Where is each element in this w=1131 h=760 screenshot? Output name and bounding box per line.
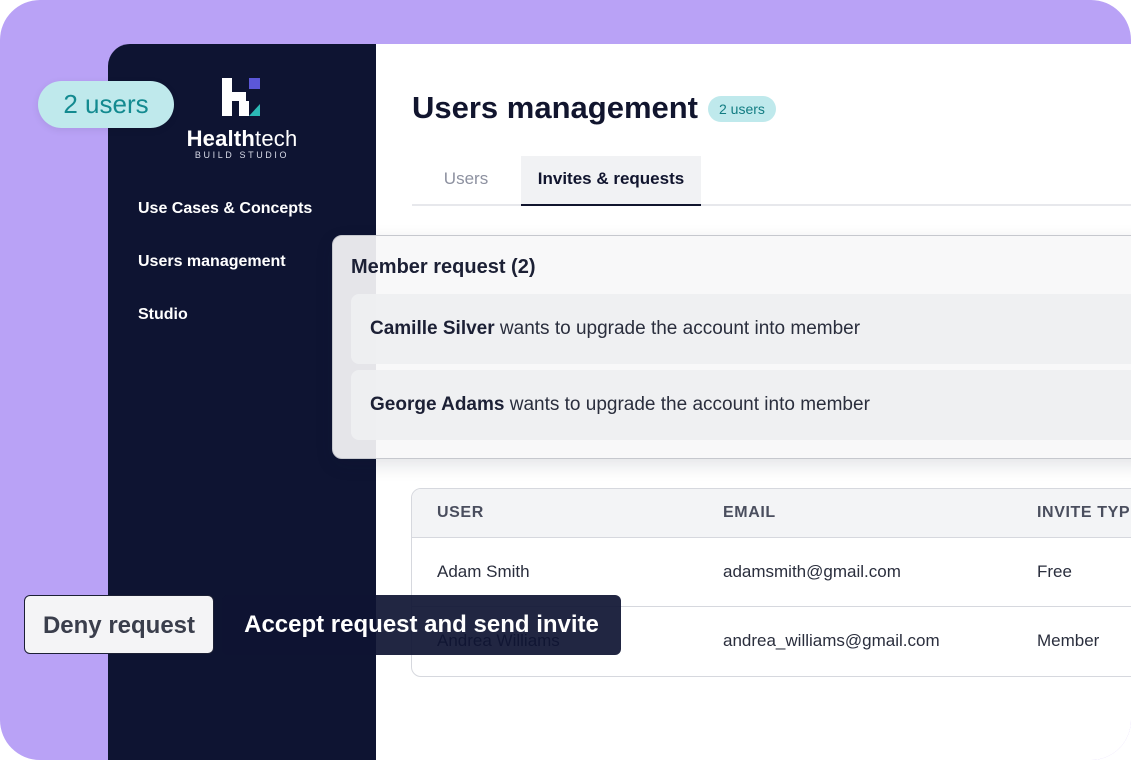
- page-title: Users management: [412, 90, 699, 125]
- cell-invite-type: Member: [1037, 631, 1100, 650]
- sidebar-item-studio[interactable]: Studio: [138, 306, 188, 324]
- member-request-text: George Adams wants to upgrade the accoun…: [370, 370, 870, 440]
- app-frame: Healthtech BUILD STUDIO Use Cases & Conc…: [0, 0, 1131, 760]
- accept-request-button[interactable]: Accept request and send invite: [222, 595, 621, 655]
- brand-name: Healthtech: [186, 126, 298, 151]
- tab-users[interactable]: Users: [412, 156, 520, 204]
- brand-subtitle: BUILD STUDIO: [194, 150, 290, 160]
- column-header-email[interactable]: EMAIL: [723, 489, 776, 537]
- request-description: wants to upgrade the account into member: [499, 318, 861, 339]
- tab-invites-requests[interactable]: Invites & requests: [521, 156, 701, 206]
- member-request-item[interactable]: George Adams wants to upgrade the accoun…: [351, 370, 1131, 440]
- healthtech-logo-icon: [222, 78, 260, 116]
- requester-name: Camille Silver: [370, 318, 495, 339]
- requester-name: George Adams: [370, 394, 505, 415]
- deny-request-button[interactable]: Deny request: [24, 595, 214, 654]
- member-request-title: Member request (2): [351, 256, 536, 278]
- sidebar-item-users-management[interactable]: Users management: [138, 253, 286, 271]
- member-request-card: Member request (2) Camille Silver wants …: [332, 235, 1131, 459]
- member-request-text: Camille Silver wants to upgrade the acco…: [370, 294, 860, 364]
- cell-email: andrea_williams@gmail.com: [723, 631, 940, 650]
- column-header-user[interactable]: USER: [437, 489, 484, 537]
- cell-invite-type: Free: [1037, 562, 1072, 581]
- cell-email: adamsmith@gmail.com: [723, 562, 901, 581]
- table-header: USER EMAIL INVITE TYP: [412, 489, 1131, 538]
- floating-users-badge: 2 users: [38, 81, 174, 128]
- user-count-badge: 2 users: [708, 96, 776, 122]
- request-description: wants to upgrade the account into member: [509, 394, 870, 415]
- sidebar-item-use-cases[interactable]: Use Cases & Concepts: [138, 200, 312, 218]
- tab-bar: Users Invites & requests: [412, 156, 1131, 206]
- column-header-invite-type[interactable]: INVITE TYP: [1037, 489, 1130, 537]
- member-request-item[interactable]: Camille Silver wants to upgrade the acco…: [351, 294, 1131, 364]
